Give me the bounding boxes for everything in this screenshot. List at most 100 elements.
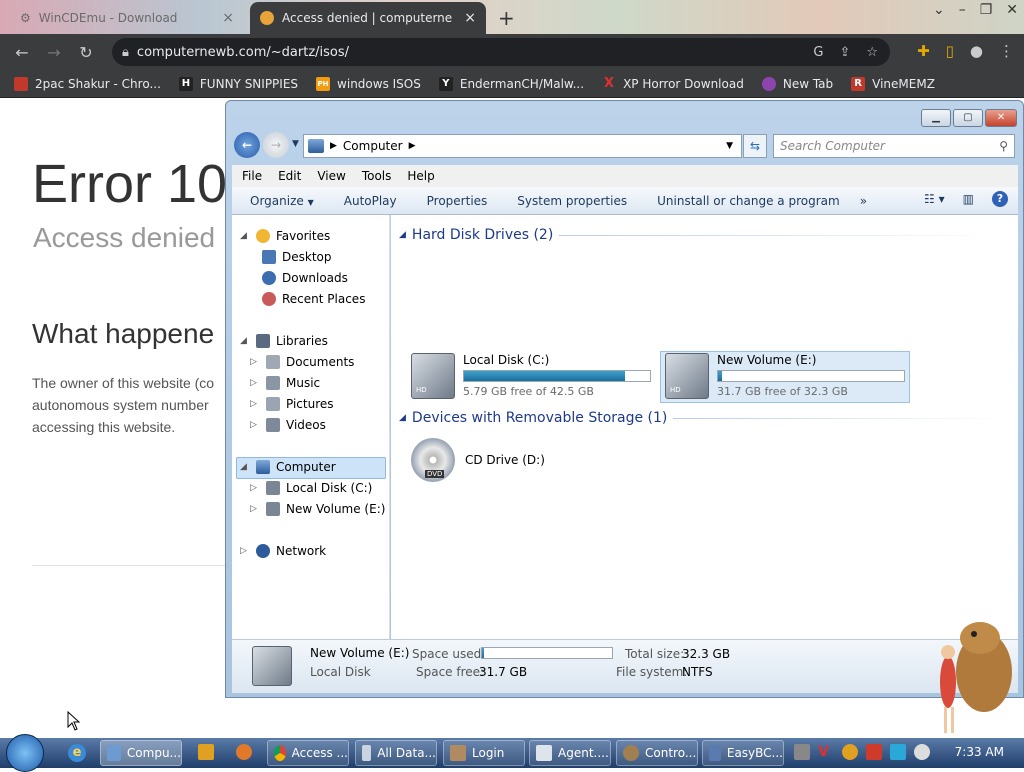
system-properties-button[interactable]: System properties [517, 194, 627, 208]
collapse-icon[interactable]: ◢ [399, 413, 406, 423]
expand-icon[interactable]: ▷ [250, 399, 260, 409]
nav-recent-places[interactable]: Recent Places [262, 292, 365, 306]
address-field[interactable]: ▶ Computer ▶ ▼ [303, 134, 742, 158]
ie-icon[interactable]: e [68, 744, 86, 762]
media-player-icon[interactable] [198, 744, 214, 760]
uninstall-program-button[interactable]: Uninstall or change a program [657, 194, 840, 208]
bookmark-2pac[interactable]: 2pac Shakur - Chro... [14, 76, 161, 91]
breadcrumb-computer[interactable]: Computer [343, 139, 403, 153]
minimize-button[interactable]: ▁ [921, 109, 951, 127]
taskbar-item-agent[interactable]: Agent.... [529, 740, 611, 766]
tray-v-icon[interactable]: V [818, 744, 834, 760]
google-icon[interactable]: G [813, 45, 823, 60]
start-button[interactable] [6, 734, 44, 772]
nav-videos[interactable]: ▷ Videos [250, 418, 326, 432]
address-dropdown-icon[interactable]: ▼ [726, 141, 733, 151]
nav-favorites[interactable]: ◢ Favorites [240, 229, 330, 243]
organize-button[interactable]: Organize ▼ [250, 194, 314, 208]
menu-edit[interactable]: Edit [278, 169, 301, 183]
taskbar-item-computer[interactable]: Compu... [100, 740, 182, 766]
forward-icon[interactable]: → [38, 43, 70, 62]
drive-new-volume-e[interactable]: New Volume (E:) 31.7 GB free of 32.3 GB [665, 353, 905, 399]
reload-icon[interactable]: ↻ [70, 43, 102, 62]
menu-view[interactable]: View [317, 169, 345, 183]
group-removable-storage[interactable]: ◢ Devices with Removable Storage (1) [399, 410, 1005, 426]
nav-libraries[interactable]: ◢ Libraries [240, 334, 328, 348]
nav-computer[interactable]: ◢ Computer [240, 460, 336, 474]
profile-icon[interactable]: ● [970, 42, 983, 60]
clock[interactable]: 7:33 AM [955, 745, 1004, 759]
drive-cd-d[interactable]: CD Drive (D:) [411, 438, 545, 482]
back-arrow-icon[interactable]: ← [234, 132, 260, 158]
menu-help[interactable]: Help [407, 169, 434, 183]
nav-documents[interactable]: ▷ Documents [250, 355, 354, 369]
menu-tools[interactable]: Tools [362, 169, 392, 183]
close-tab-icon[interactable]: × [464, 10, 476, 26]
help-icon[interactable]: ? [992, 191, 1008, 207]
restore-icon[interactable]: ❐ [980, 2, 993, 18]
refresh-icon[interactable]: ⇆ [743, 134, 767, 158]
bookmark-new-tab[interactable]: New Tab [761, 76, 833, 91]
menu-file[interactable]: File [242, 169, 262, 183]
expand-icon[interactable]: ▷ [250, 483, 260, 493]
close-icon[interactable]: ✕ [1006, 2, 1018, 18]
taskbar-item-chrome[interactable]: Access ... [267, 740, 349, 766]
expand-icon[interactable]: ▷ [240, 546, 250, 556]
taskbar-item-easybcd[interactable]: EasyBC... [702, 740, 784, 766]
bookmark-enderman[interactable]: Y EndermanCH/Malw... [438, 76, 584, 91]
tray-network-icon[interactable] [794, 744, 810, 760]
forward-arrow-icon[interactable]: → [263, 132, 289, 158]
bookmark-funny[interactable]: H FUNNY SNIPPIES [178, 76, 298, 91]
bookmark-xp-horror[interactable]: X XP Horror Download [602, 76, 744, 91]
maximize-button[interactable]: ▢ [953, 109, 983, 127]
paint-icon[interactable] [236, 744, 252, 760]
nav-downloads[interactable]: Downloads [262, 271, 348, 285]
bookmark-vinememz[interactable]: R VineMEMZ [851, 76, 935, 91]
taskbar-item-login[interactable]: Login [443, 740, 525, 766]
close-tab-icon[interactable]: × [222, 10, 234, 26]
bookmark-windows-isos[interactable]: PH windows ISOS [316, 76, 421, 91]
recent-pages-chevron-icon[interactable]: ▼ [292, 139, 299, 149]
tab-search-icon[interactable]: ⌄ [933, 2, 945, 18]
menu-icon[interactable]: ⋮ [999, 42, 1014, 60]
collapse-icon[interactable]: ◢ [240, 462, 250, 472]
group-hard-disk-drives[interactable]: ◢ Hard Disk Drives (2) [399, 227, 1005, 243]
star-icon[interactable]: ☆ [866, 45, 878, 60]
collapse-icon[interactable]: ◢ [399, 230, 406, 240]
expand-icon[interactable]: ▷ [250, 420, 260, 430]
preview-pane-icon[interactable]: ▥ [963, 192, 974, 206]
nav-local-disk[interactable]: ▷ Local Disk (C:) [250, 481, 372, 495]
extensions-icon[interactable]: ✚ [917, 42, 930, 60]
share-icon[interactable]: ⇪ [839, 45, 850, 60]
drive-local-disk-c[interactable]: Local Disk (C:) 5.79 GB free of 42.5 GB [411, 353, 651, 399]
tray-search-icon[interactable] [842, 744, 858, 760]
properties-button[interactable]: Properties [427, 194, 488, 208]
tray-display-icon[interactable] [890, 744, 906, 760]
expand-icon[interactable]: ▷ [250, 378, 260, 388]
view-options-icon[interactable]: ☷ ▾ [924, 192, 945, 206]
nav-network[interactable]: ▷ Network [240, 544, 326, 558]
collapse-icon[interactable]: ◢ [240, 336, 250, 346]
expand-icon[interactable]: ▷ [250, 357, 260, 367]
expand-icon[interactable]: ▷ [250, 504, 260, 514]
nav-music[interactable]: ▷ Music [250, 376, 320, 390]
address-bar[interactable]: 🔒︎ computernewb.com/~dartz/isos/ G ⇪ ☆ [112, 38, 890, 66]
tab-wincdemu[interactable]: ⚙ WinCDEmu - Download × [10, 2, 244, 34]
minimize-icon[interactable]: – [959, 2, 966, 18]
back-icon[interactable]: ← [6, 43, 38, 62]
taskbar-item-control[interactable]: Contro... [616, 740, 698, 766]
taskbar-item-all-data[interactable]: All Data... [355, 740, 437, 766]
tab-access-denied[interactable]: Access denied | computernewb.c × [250, 2, 486, 34]
nav-new-volume[interactable]: ▷ New Volume (E:) [250, 502, 385, 516]
collapse-icon[interactable]: ◢ [240, 231, 250, 241]
tray-flag-icon[interactable] [866, 744, 882, 760]
new-tab-button[interactable]: + [498, 6, 515, 30]
autoplay-button[interactable]: AutoPlay [344, 194, 397, 208]
more-commands-button[interactable]: » [860, 194, 867, 208]
tray-volume-icon[interactable] [914, 744, 930, 760]
nav-desktop[interactable]: Desktop [262, 250, 332, 264]
search-input[interactable]: Search Computer ⚲ [773, 134, 1015, 158]
sidepanel-icon[interactable]: ▯ [946, 42, 954, 60]
nav-pictures[interactable]: ▷ Pictures [250, 397, 334, 411]
close-button[interactable]: ✕ [985, 109, 1017, 127]
